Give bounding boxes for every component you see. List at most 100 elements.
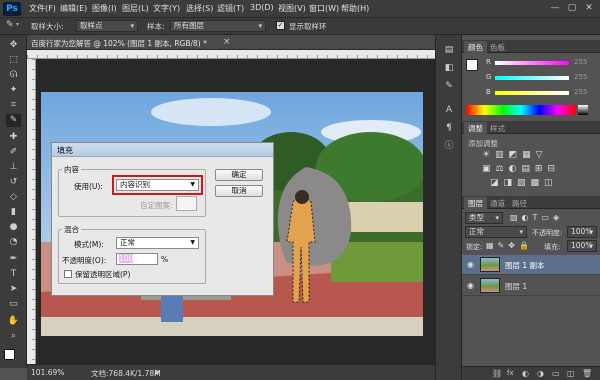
layer-filter-icons[interactable]: ▨◐T▭◈ <box>510 213 563 222</box>
menu-view[interactable]: 视图(V) <box>278 3 306 14</box>
crop-tool-icon[interactable]: ⌗ <box>6 99 21 112</box>
dialog-titlebar[interactable]: 填充 <box>52 143 273 157</box>
horizontal-ruler <box>27 50 435 59</box>
options-bar: ✎ ▾ 取样大小: 取样点 样本: 所有图层 ✓ 显示取样环 <box>0 18 600 35</box>
maximize-button[interactable]: ▢ <box>565 2 579 15</box>
tab-styles[interactable]: 样式 <box>486 122 509 135</box>
r-value[interactable]: 255 <box>574 58 587 66</box>
b-slider[interactable] <box>495 91 569 95</box>
eraser-tool-icon[interactable]: ◇ <box>6 191 21 204</box>
blur-tool-icon[interactable]: ● <box>6 221 21 234</box>
menu-help[interactable]: 帮助(H) <box>341 3 369 14</box>
zoom-level[interactable]: 101.69% <box>31 368 64 377</box>
new-layer-icon[interactable]: ◫ <box>567 369 575 378</box>
menu-window[interactable]: 窗口(W) <box>309 3 339 14</box>
adjustment-layer-icon[interactable]: ◑ <box>537 369 544 378</box>
menu-select[interactable]: 选择(S) <box>186 3 213 14</box>
hand-tool-icon[interactable]: ✋ <box>6 315 21 328</box>
eyedropper-tool-icon[interactable]: ✎ <box>6 114 21 127</box>
document-tab[interactable]: 百度行家为您解答 @ 102% (图层 1 副本, RGB/8) * × <box>27 35 435 50</box>
layer-fill-field[interactable]: 100% <box>567 240 597 252</box>
group-icon[interactable]: ▭ <box>552 369 560 378</box>
tab-paths[interactable]: 路径 <box>508 197 531 210</box>
gradient-tool-icon[interactable]: ▮ <box>6 206 21 219</box>
blend-mode-select[interactable]: 正常 <box>465 226 527 238</box>
history-panel-icon[interactable]: ▤ <box>441 43 457 57</box>
brush-tool-icon[interactable]: ✐ <box>6 146 21 159</box>
path-select-icon[interactable]: ➤ <box>6 283 21 296</box>
menu-layer[interactable]: 图层(L) <box>122 3 149 14</box>
sample-select[interactable]: 所有图层 <box>170 20 266 32</box>
use-select[interactable]: 内容识别 <box>116 179 199 191</box>
layer-name[interactable]: 图层 1 副本 <box>505 260 545 271</box>
paragraph-panel-icon[interactable]: ¶ <box>441 121 457 135</box>
opacity-input[interactable]: 100 <box>116 253 158 265</box>
quick-select-tool-icon[interactable]: ✦ <box>6 84 21 97</box>
menu-file[interactable]: 文件(F) <box>29 3 56 14</box>
move-tool-icon[interactable]: ✥ <box>6 39 21 52</box>
ok-button[interactable]: 确定 <box>215 169 263 181</box>
layer-name[interactable]: 图层 1 <box>505 281 527 292</box>
link-layers-icon[interactable]: ⛓ <box>492 369 502 378</box>
preserve-transparency-checkbox[interactable] <box>64 270 72 278</box>
tool-preset-chevron-icon[interactable]: ▾ <box>16 21 19 28</box>
custom-pattern-picker[interactable] <box>176 196 197 211</box>
preserve-transparency-label: 保留透明区域(P) <box>75 270 131 279</box>
layer-row-copy[interactable]: ◉ 图层 1 副本 <box>462 255 600 275</box>
b-value[interactable]: 255 <box>574 88 587 96</box>
visibility-eye-icon[interactable]: ◉ <box>467 260 474 269</box>
grayscale-ramp[interactable] <box>578 105 588 115</box>
rectangle-tool-icon[interactable]: ▭ <box>6 298 21 311</box>
pen-tool-icon[interactable]: ✒ <box>6 253 21 266</box>
menu-3d[interactable]: 3D(D) <box>250 3 274 12</box>
sample-size-select[interactable]: 取样点 <box>76 20 138 32</box>
adjustment-icons-row2[interactable]: ▣⚖◐▤⊞⊟ <box>482 164 560 174</box>
tab-layers[interactable]: 图层 <box>464 197 487 210</box>
marquee-tool-icon[interactable]: ⬚ <box>6 54 21 67</box>
mode-select[interactable]: 正常 <box>116 237 199 249</box>
layer-opacity-field[interactable]: 100% <box>567 226 597 238</box>
cancel-button[interactable]: 取消 <box>215 185 263 197</box>
close-window-button[interactable]: ✕ <box>582 2 596 15</box>
layer-thumbnail <box>480 257 500 272</box>
g-value[interactable]: 255 <box>574 73 587 81</box>
r-slider[interactable] <box>495 61 569 65</box>
g-slider[interactable] <box>495 76 569 80</box>
lock-icons[interactable]: ▦✎✥🔒 <box>486 241 533 250</box>
layer-style-icon[interactable]: fx <box>507 369 514 377</box>
tab-swatches[interactable]: 色板 <box>486 41 509 54</box>
foreground-color-swatch[interactable] <box>4 349 15 360</box>
properties-panel-icon[interactable]: ◧ <box>441 61 457 75</box>
layer-mask-icon[interactable]: ◐ <box>522 369 529 378</box>
trash-icon[interactable]: 🗑 <box>582 369 592 378</box>
adjustment-icons-row1[interactable]: ☀▥◩▦▽ <box>482 150 548 160</box>
tab-color[interactable]: 颜色 <box>464 41 487 54</box>
dodge-tool-icon[interactable]: ◔ <box>6 236 21 249</box>
visibility-eye-icon[interactable]: ◉ <box>467 281 474 290</box>
color-foreground-swatch[interactable] <box>466 59 478 71</box>
healing-brush-icon[interactable]: ✚ <box>6 131 21 144</box>
type-tool-icon[interactable]: T <box>6 268 21 281</box>
show-ring-checkbox[interactable]: ✓ <box>276 21 285 30</box>
clone-stamp-icon[interactable]: ⊥ <box>6 161 21 174</box>
lasso-tool-icon[interactable]: ᘏ <box>6 69 21 82</box>
minimize-button[interactable]: — <box>548 2 562 15</box>
close-document-icon[interactable]: × <box>223 37 231 47</box>
layer-row-original[interactable]: ◉ 图层 1 <box>462 276 600 296</box>
zoom-tool-icon[interactable]: ⌕ <box>6 330 21 343</box>
menu-type[interactable]: 文字(Y) <box>153 3 180 14</box>
menu-image[interactable]: 图像(I) <box>92 3 117 14</box>
tab-channels[interactable]: 通道 <box>486 197 509 210</box>
layer-filter-select[interactable]: 类型 <box>465 212 503 224</box>
color-spectrum[interactable] <box>466 105 576 115</box>
adjustment-icons-row3[interactable]: ◪◨▧▩◫ <box>490 178 558 188</box>
character-panel-icon[interactable]: A <box>441 103 457 117</box>
brush-panel-icon[interactable]: ✎ <box>441 79 457 93</box>
tab-adjustments[interactable]: 调整 <box>464 122 487 135</box>
info-panel-icon[interactable]: ⓘ <box>441 139 457 153</box>
history-brush-icon[interactable]: ↺ <box>6 176 21 189</box>
eyedropper-tool-icon[interactable]: ✎ <box>6 20 14 30</box>
menu-edit[interactable]: 编辑(E) <box>60 3 87 14</box>
menu-filter[interactable]: 滤镜(T) <box>217 3 244 14</box>
status-menu-arrow-icon[interactable]: ▶ <box>155 368 160 376</box>
